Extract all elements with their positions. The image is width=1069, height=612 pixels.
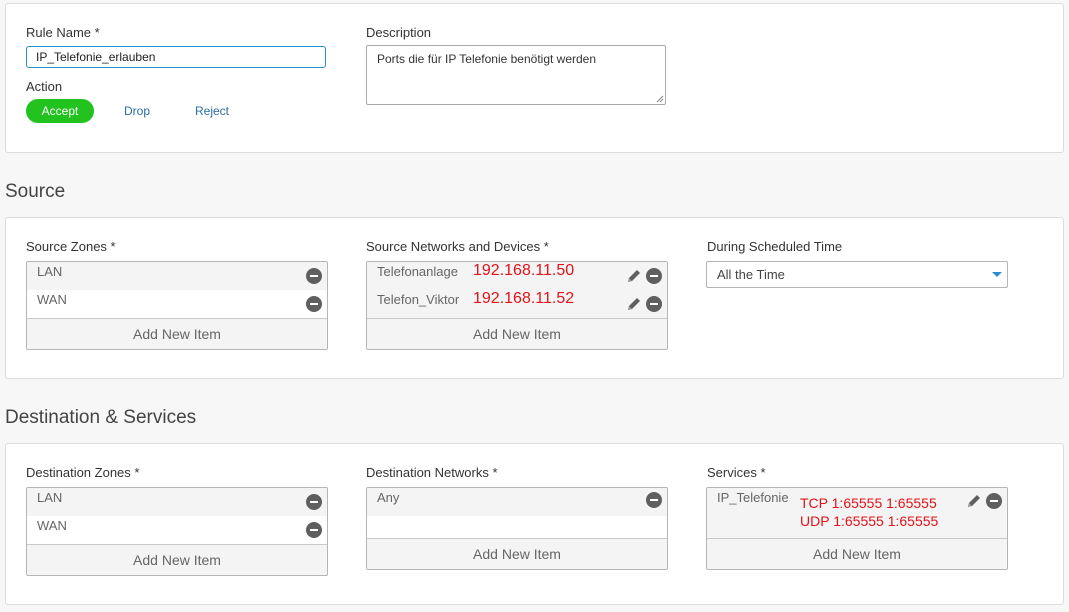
zone-name: WAN [37,292,67,307]
remove-icon[interactable] [646,296,662,312]
source-zones-label: Source Zones * [26,239,116,254]
add-new-item-button[interactable]: Add New Item [367,538,667,569]
services-list: IP_Telefonie TCP 1:65555 1:65555 UDP 1:6… [706,487,1008,570]
service-name: IP_Telefonie [717,490,789,505]
description-label: Description [366,25,432,40]
list-item: Any [367,488,667,516]
rule-name-input[interactable]: IP_Telefonie_erlauben [26,46,326,68]
resize-handle-icon[interactable] [656,95,664,103]
list-item: IP_Telefonie TCP 1:65555 1:65555 UDP 1:6… [707,488,1007,538]
network-name: Telefon_Viktor [377,292,460,307]
zone-name: LAN [37,490,63,505]
add-new-item-button[interactable]: Add New Item [27,318,327,349]
pencil-icon[interactable] [966,493,982,509]
destination-zones-list: LAN WAN Add New Item [26,487,328,576]
destination-networks-list: Any Add New Item [366,487,668,570]
remove-icon[interactable] [646,492,662,508]
drop-button[interactable]: Drop [124,99,150,123]
source-zones-list: LAN WAN Add New Item [26,261,328,350]
list-item: LAN [27,488,327,516]
add-new-item-button[interactable]: Add New Item [707,538,1007,569]
zone-name: LAN [37,264,63,279]
destination-networks-label: Destination Networks * [366,465,498,480]
schedule-value: All the Time [717,267,785,282]
port-annotation-tcp: TCP 1:65555 1:65555 [800,495,937,511]
remove-icon[interactable] [306,268,322,284]
network-name: Any [377,490,400,505]
add-new-item-button[interactable]: Add New Item [27,544,327,575]
list-item: WAN [27,290,327,318]
rule-card: Rule Name * IP_Telefonie_erlauben Action… [5,3,1064,153]
pencil-icon[interactable] [626,296,642,312]
remove-icon[interactable] [306,296,322,312]
list-item: Telefon_Viktor 192.168.11.52 [367,290,667,318]
remove-icon[interactable] [306,494,322,510]
list-item: WAN [27,516,327,544]
list-item: Telefonanlage 192.168.11.50 [367,262,667,290]
add-new-item-button[interactable]: Add New Item [367,318,667,349]
rule-name-label: Rule Name * [26,25,100,40]
accept-button[interactable]: Accept [26,99,94,123]
action-label: Action [26,79,63,94]
source-card: Source Zones * LAN WAN Add New Item Sour… [5,217,1064,379]
pencil-icon[interactable] [626,268,642,284]
description-text: Ports die für IP Telefonie benötigt werd… [377,52,597,66]
network-name: Telefonanlage [377,264,458,279]
reject-button[interactable]: Reject [195,99,229,123]
schedule-select[interactable]: All the Time [706,261,1008,288]
remove-icon[interactable] [646,268,662,284]
schedule-label: During Scheduled Time [707,239,843,254]
description-textarea[interactable]: Ports die für IP Telefonie benötigt werd… [366,45,666,105]
zone-name: WAN [37,518,67,533]
ip-annotation: 192.168.11.50 [473,262,575,279]
services-label: Services * [707,465,766,480]
remove-icon[interactable] [986,493,1002,509]
ip-annotation: 192.168.11.52 [473,290,575,307]
port-annotation-udp: UDP 1:65555 1:65555 [800,513,939,529]
destination-card: Destination Zones * LAN WAN Add New Item… [5,443,1064,605]
source-networks-list: Telefonanlage 192.168.11.50 Telefon_Vikt… [366,261,668,350]
caret-down-icon [992,272,1002,277]
destination-section-title: Destination & Services [5,407,197,428]
destination-zones-label: Destination Zones * [26,465,140,480]
list-item: LAN [27,262,327,290]
remove-icon[interactable] [306,522,322,538]
source-section-title: Source [5,181,66,202]
source-networks-label: Source Networks and Devices * [366,239,549,254]
